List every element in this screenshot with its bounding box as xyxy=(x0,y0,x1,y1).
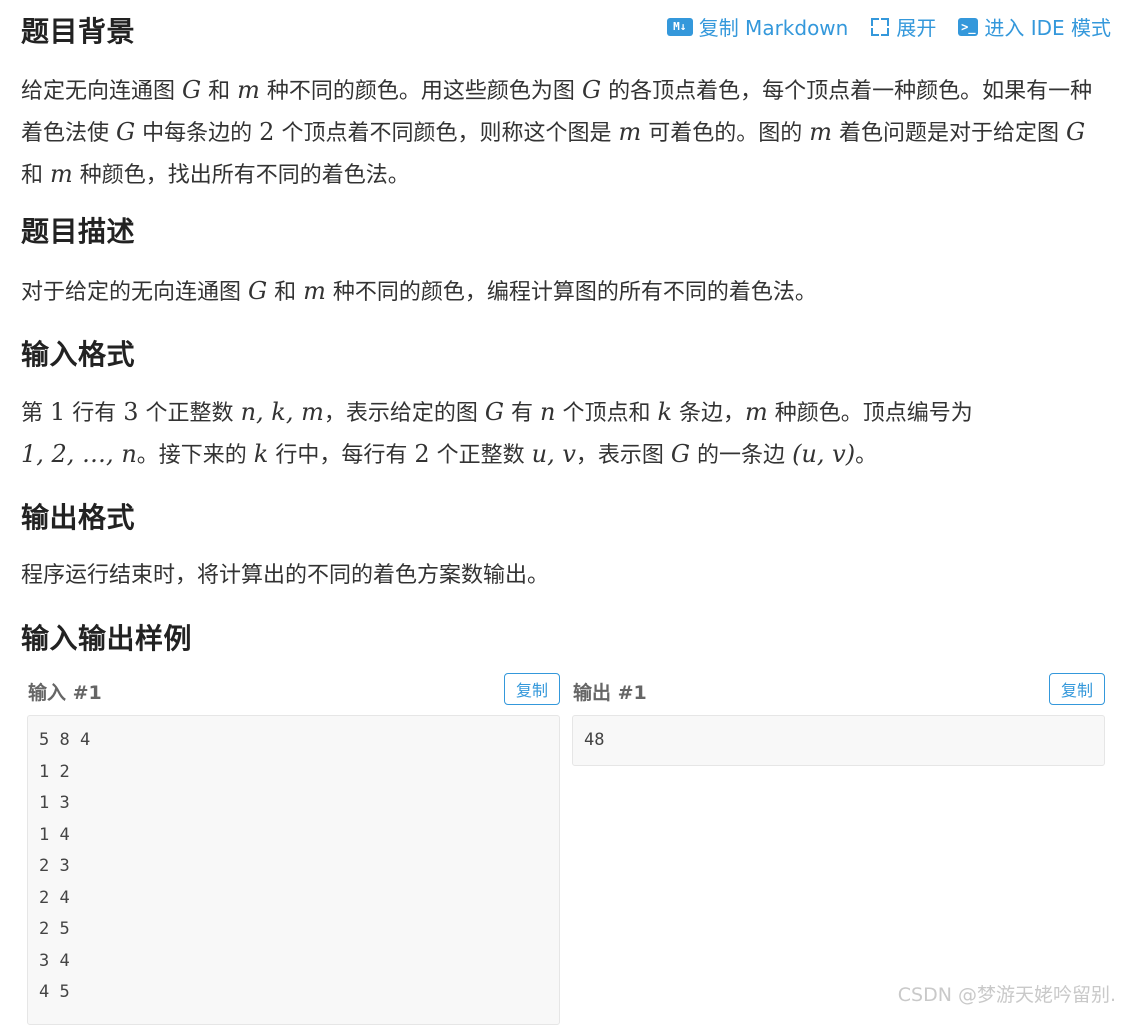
text-fragment: 种不同的颜色，编程计算图的所有不同的着色法。 xyxy=(325,280,817,305)
copy-input-button[interactable]: 复制 xyxy=(504,673,560,705)
text-fragment: 种不同的颜色。用这些颜色为图 xyxy=(259,79,582,104)
text-fragment: 个顶点和 xyxy=(555,401,658,426)
text-fragment: 有 xyxy=(504,401,541,426)
code-line: 48 xyxy=(584,730,605,750)
code-line: 3 4 xyxy=(39,950,70,971)
math-G: G xyxy=(182,76,202,104)
output-format-heading: 输出格式 xyxy=(21,501,136,534)
math-m: m xyxy=(303,277,326,305)
sample-output-code: 48 xyxy=(572,715,1105,766)
math-nkm: n, k, m xyxy=(240,398,324,426)
sample-output-header: 输出 #1 复制 xyxy=(572,672,1105,710)
sample-input-title: 输入 #1 xyxy=(28,682,102,704)
math-uv: u, v xyxy=(531,440,576,468)
expand-label: 展开 xyxy=(896,16,937,40)
text-fragment: 中每条边的 xyxy=(135,121,260,146)
samples-heading: 输入输出样例 xyxy=(21,622,193,655)
sample-output-panel: 输出 #1 复制 48 xyxy=(572,672,1105,766)
math-G: G xyxy=(484,398,505,426)
copy-markdown-label: 复制 Markdown xyxy=(698,16,849,40)
text-fragment: 和 xyxy=(201,79,238,104)
math-1: 1 xyxy=(50,398,66,426)
code-line: 5 8 4 xyxy=(39,730,91,750)
sample-input-header: 输入 #1 复制 xyxy=(27,672,560,710)
text-fragment: 个正整数 xyxy=(138,401,241,426)
text-fragment: 给定无向连通图 xyxy=(21,79,182,104)
text-fragment: 着色问题是对于给定图 xyxy=(831,121,1066,146)
math-m: m xyxy=(618,118,642,146)
text-fragment: 个正整数 xyxy=(429,443,532,468)
expand-button[interactable]: 展开 xyxy=(870,12,936,41)
math-edge: (u, v) xyxy=(792,440,856,468)
text-fragment: 对于给定的无向连通图 xyxy=(21,280,248,305)
math-G: G xyxy=(581,76,602,104)
text-fragment: 行中，每行有 xyxy=(268,443,415,468)
text-fragment: 个顶点着不同颜色，则称这个图是 xyxy=(274,121,619,146)
code-line: 2 5 xyxy=(39,919,70,939)
watermark: CSDN @梦游天姥吟留别. xyxy=(897,984,1116,1006)
background-text: 给定无向连通图 G 和 m 种不同的颜色。用这些颜色为图 G 的各顶点着色，每个… xyxy=(21,70,1101,196)
math-m: m xyxy=(809,118,832,146)
sample-input-panel: 输入 #1 复制 5 8 4 1 2 1 3 1 4 2 3 2 4 2 5 3… xyxy=(27,672,560,1025)
math-k: k xyxy=(657,398,673,426)
text-fragment: 可着色的。图的 xyxy=(641,121,810,146)
code-line: 1 2 xyxy=(39,761,70,782)
math-m: m xyxy=(745,398,768,426)
text-fragment: 的一条边 xyxy=(690,443,793,468)
output-format-text: 程序运行结束时，将计算出的不同的着色方案数输出。 xyxy=(21,563,550,588)
math-G: G xyxy=(1065,118,1086,146)
problem-page: M↓ 复制 Markdown 展开 >_ 进入 IDE 模式 题目背景 给定无向… xyxy=(0,0,1121,1025)
math-m: m xyxy=(237,76,260,104)
math-G: G xyxy=(116,118,136,146)
description-heading: 题目描述 xyxy=(21,215,136,248)
math-2: 2 xyxy=(259,118,275,146)
code-line: 2 3 xyxy=(39,856,70,876)
text-fragment: 。接下来的 xyxy=(136,443,254,468)
sample-output-title: 输出 #1 xyxy=(573,682,647,704)
sample-input-code: 5 8 4 1 2 1 3 1 4 2 3 2 4 2 5 3 4 4 5 xyxy=(27,715,560,1025)
math-m: m xyxy=(50,160,73,188)
math-3: 3 xyxy=(123,398,139,426)
description-text: 对于给定的无向连通图 G 和 m 种不同的颜色，编程计算图的所有不同的着色法。 xyxy=(21,271,1101,313)
terminal-icon: >_ xyxy=(958,17,979,36)
text-fragment: 和 xyxy=(267,280,304,305)
text-fragment: 条边， xyxy=(672,401,746,426)
math-k: k xyxy=(253,440,269,468)
markdown-icon: M↓ xyxy=(666,17,693,36)
math-vertex-range: 1, 2, …, n xyxy=(21,440,137,468)
math-2: 2 xyxy=(414,440,430,468)
ide-mode-button[interactable]: >_ 进入 IDE 模式 xyxy=(958,12,1111,41)
code-line: 1 4 xyxy=(39,824,70,845)
code-line: 1 3 xyxy=(39,793,70,813)
text-fragment: 种颜色。顶点编号为 xyxy=(767,401,973,426)
text-fragment: 种颜色，找出所有不同的着色法。 xyxy=(72,163,410,188)
text-fragment: 和 xyxy=(21,163,50,188)
code-line: 2 4 xyxy=(39,887,70,908)
copy-markdown-button[interactable]: M↓ 复制 Markdown xyxy=(666,12,849,41)
code-line: 4 5 xyxy=(39,982,70,1002)
text-fragment: 。 xyxy=(855,443,878,468)
math-G: G xyxy=(248,277,268,305)
input-format-heading: 输入格式 xyxy=(21,338,136,371)
text-fragment: ，表示图 xyxy=(575,443,671,468)
text-fragment: 第 xyxy=(21,401,50,426)
toolbar: M↓ 复制 Markdown 展开 >_ 进入 IDE 模式 xyxy=(666,12,1111,41)
copy-output-button[interactable]: 复制 xyxy=(1049,673,1105,705)
math-G: G xyxy=(670,440,691,468)
math-n: n xyxy=(540,398,556,426)
text-fragment: ，表示给定的图 xyxy=(323,401,485,426)
expand-icon xyxy=(870,17,890,37)
ide-mode-label: 进入 IDE 模式 xyxy=(984,16,1111,40)
input-format-text: 第 1 行有 3 个正整数 n, k, m，表示给定的图 G 有 n 个顶点和 … xyxy=(21,392,1101,476)
background-heading: 题目背景 xyxy=(21,15,136,48)
text-fragment: 行有 xyxy=(65,401,124,426)
